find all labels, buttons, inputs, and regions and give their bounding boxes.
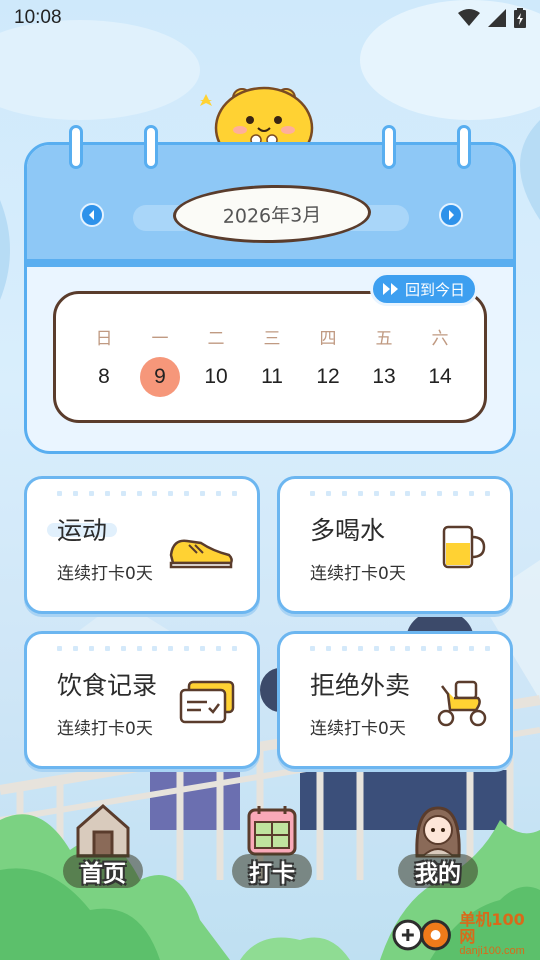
- date-number: 8: [98, 365, 110, 388]
- card-dots: [57, 646, 237, 652]
- date-cell-selected[interactable]: 9: [132, 356, 188, 398]
- date-number: 9: [140, 357, 180, 397]
- date-cell[interactable]: 14: [412, 356, 468, 398]
- weekday-label: 五: [375, 329, 393, 349]
- weekday-label: 二: [207, 329, 225, 349]
- chevron-left-icon: [89, 210, 94, 220]
- fast-forward-icon: [382, 283, 398, 295]
- signal-icon: [488, 9, 506, 27]
- mug-icon: [442, 525, 486, 569]
- watermark-line2: danji100.com: [459, 945, 525, 958]
- wifi-icon: [458, 9, 480, 26]
- week-view: 日 一 二 三 四 五 六 8 9 10 11 12 13 14: [53, 291, 487, 423]
- binder-ring: [457, 125, 471, 169]
- battery-icon: [514, 8, 526, 28]
- receipt-icon: [179, 680, 235, 724]
- card-dots: [310, 646, 490, 652]
- date-cell[interactable]: 13: [356, 356, 412, 398]
- nav-checkin[interactable]: 打卡: [217, 800, 327, 900]
- prev-month-button[interactable]: [80, 203, 104, 227]
- habit-streak: 连续打卡0天: [57, 719, 153, 739]
- nav-home-label: 首页: [63, 854, 143, 888]
- binder-ring: [144, 125, 158, 169]
- habit-streak: 连续打卡0天: [57, 564, 153, 584]
- nav-home[interactable]: 首页: [48, 800, 158, 900]
- date-cell[interactable]: 8: [76, 356, 132, 398]
- date-row: 8 9 10 11 12 13 14: [76, 356, 468, 398]
- house-icon: [76, 804, 130, 858]
- weekday-label: 四: [319, 329, 337, 349]
- chevron-right-icon: [449, 210, 454, 220]
- watermark-logo: [392, 919, 451, 951]
- habit-title: 运动: [57, 516, 108, 545]
- nav-mine[interactable]: 我的: [383, 800, 493, 900]
- habit-title: 饮食记录: [57, 671, 158, 700]
- card-dots: [57, 491, 237, 497]
- binder-ring: [382, 125, 396, 169]
- weekday-header-row: 日 一 二 三 四 五 六: [76, 324, 468, 349]
- date-cell[interactable]: 12: [300, 356, 356, 398]
- date-number: 10: [204, 365, 228, 388]
- habit-title: 拒绝外卖: [310, 671, 411, 700]
- habit-card-diet-log[interactable]: 饮食记录 连续打卡0天: [24, 631, 260, 769]
- weekday-label: 日: [95, 329, 113, 349]
- date-number: 13: [372, 365, 396, 388]
- date-cell[interactable]: 10: [188, 356, 244, 398]
- status-icons: [458, 8, 526, 28]
- back-to-today-button[interactable]: 回到今日: [370, 272, 478, 306]
- habit-card-exercise[interactable]: 运动 连续打卡0天: [24, 476, 260, 614]
- back-to-today-label: 回到今日: [404, 280, 465, 299]
- calendar-header-strip: [27, 259, 513, 267]
- date-cell[interactable]: 11: [244, 356, 300, 398]
- date-number: 11: [261, 365, 283, 388]
- calendar-icon: [247, 806, 297, 856]
- date-number: 12: [316, 365, 340, 388]
- habit-streak: 连续打卡0天: [310, 564, 406, 584]
- date-number: 14: [428, 365, 452, 388]
- weekday-label: 六: [431, 329, 449, 349]
- habit-card-no-takeout[interactable]: 拒绝外卖 连续打卡0天: [277, 631, 513, 769]
- nav-checkin-label: 打卡: [232, 854, 312, 888]
- weekday-label: 一: [151, 329, 169, 349]
- sneaker-icon: [169, 539, 233, 569]
- site-watermark: 单机100网 danji100.com: [392, 912, 540, 958]
- status-bar: 10:08: [0, 0, 540, 36]
- habit-title: 多喝水: [310, 516, 386, 545]
- card-dots: [310, 491, 490, 497]
- nav-mine-label: 我的: [398, 854, 478, 888]
- girl-avatar-icon: [415, 806, 461, 858]
- next-month-button[interactable]: [439, 203, 463, 227]
- binder-ring: [69, 125, 83, 169]
- status-time: 10:08: [14, 7, 62, 28]
- weekday-label: 三: [263, 329, 281, 349]
- habit-streak: 连续打卡0天: [310, 719, 406, 739]
- watermark-line1: 单机100网: [459, 910, 525, 947]
- scooter-icon: [437, 680, 487, 727]
- habit-card-drink-water[interactable]: 多喝水 连续打卡0天: [277, 476, 513, 614]
